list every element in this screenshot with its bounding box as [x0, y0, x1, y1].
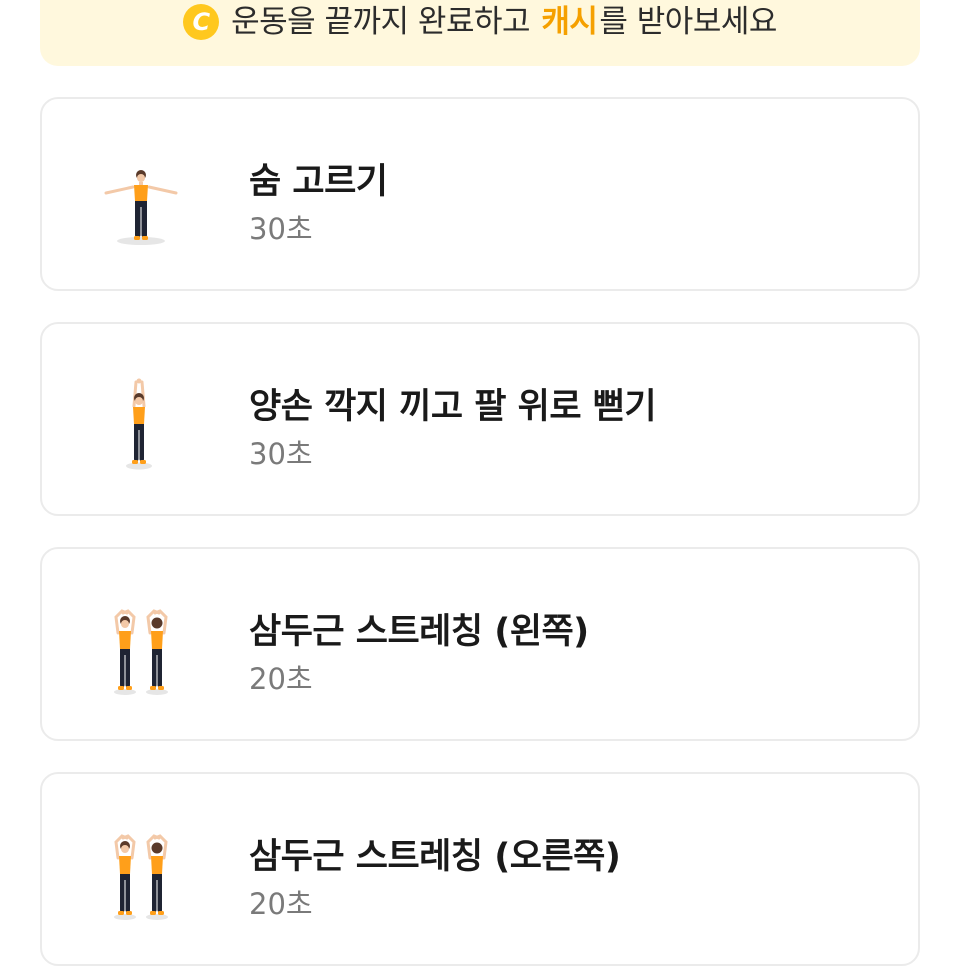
exercise-duration: 30초 [249, 212, 313, 246]
reward-banner-text: C 운동을 끝까지 완료하고 캐시 를 받아보세요 [183, 4, 777, 40]
banner-cash-highlight: 캐시 [541, 3, 598, 40]
coin-letter: C [192, 8, 211, 36]
exercise-duration: 20초 [249, 887, 313, 921]
exercise-card-overhead-stretch[interactable]: 양손 깍지 끼고 팔 위로 뻗기 30초 [40, 322, 920, 516]
exercise-card-breathing[interactable]: 숨 고르기 30초 [40, 97, 920, 291]
arms-overhead-stretch-figure-icon [126, 378, 152, 470]
exercise-duration: 30초 [249, 437, 313, 471]
exercise-title: 양손 깍지 끼고 팔 위로 뻗기 [249, 387, 657, 427]
exercise-card-triceps-right[interactable]: 삼두근 스트레칭 (오른쪽) 20초 [40, 772, 920, 966]
exercise-card-triceps-left[interactable]: 삼두근 스트레칭 (왼쪽) 20초 [40, 547, 920, 741]
banner-text-before: 운동을 끝까지 완료하고 [231, 3, 540, 40]
exercise-title: 숨 고르기 [249, 162, 388, 202]
triceps-stretch-left-figures-icon [114, 609, 168, 695]
reward-banner: C 운동을 끝까지 완료하고 캐시 를 받아보세요 [40, 0, 920, 66]
triceps-stretch-right-figures-icon [114, 834, 168, 920]
exercise-title: 삼두근 스트레칭 (오른쪽) [249, 837, 621, 877]
cash-coin-icon: C [183, 4, 220, 40]
exercise-title: 삼두근 스트레칭 (왼쪽) [249, 612, 589, 652]
banner-text-after: 를 받아보세요 [599, 3, 777, 40]
arms-out-breathing-figure-icon [104, 170, 178, 245]
exercise-duration: 20초 [249, 662, 313, 696]
